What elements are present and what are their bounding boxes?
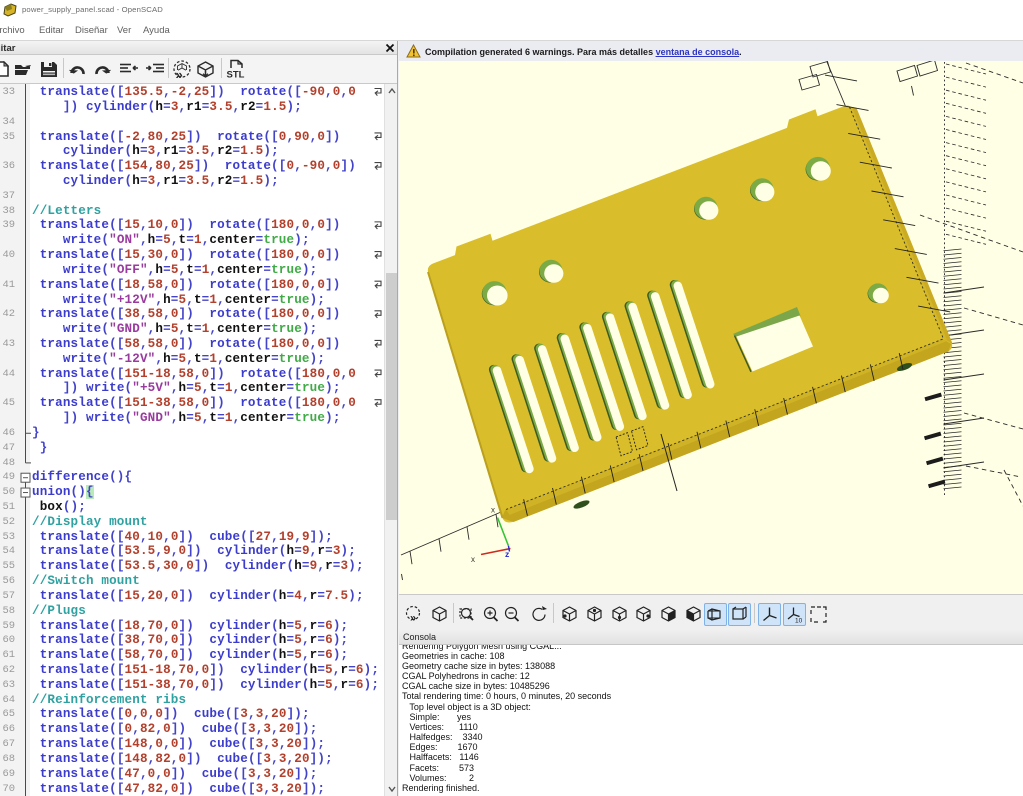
svg-text:x: x [471,555,475,564]
svg-text:10: 10 [795,618,803,625]
svg-text:STL: STL [227,70,245,81]
svg-text:z: z [505,549,509,559]
svg-text:x: x [491,506,495,515]
svg-text:»: » [176,67,183,80]
svg-text:»: » [410,613,416,625]
